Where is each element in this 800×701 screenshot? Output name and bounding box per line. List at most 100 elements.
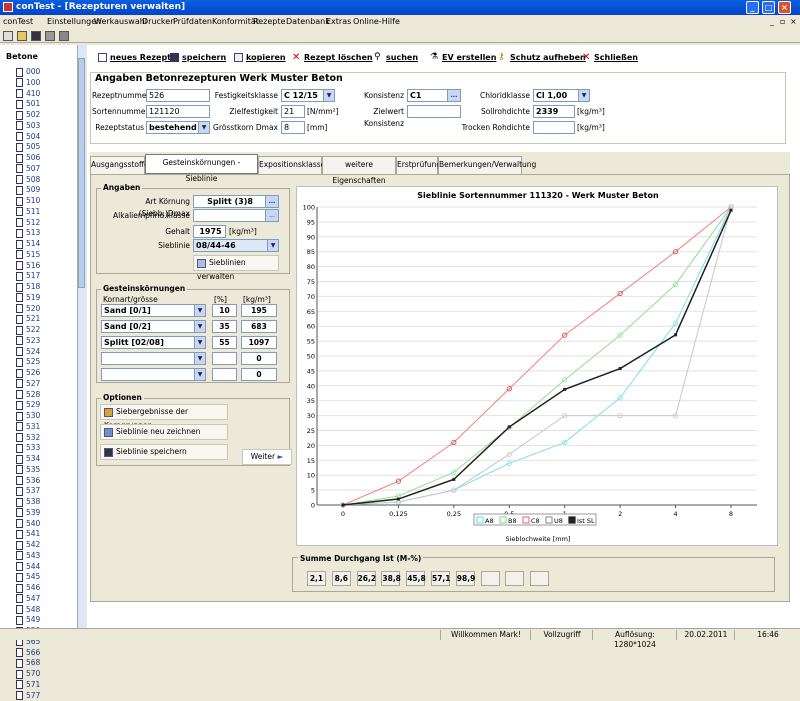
sidebar-item-540[interactable]: 540 [16, 519, 40, 529]
sidebar-item-513[interactable]: 513 [16, 228, 40, 238]
sidebar-item-570[interactable]: 570 [16, 669, 40, 679]
sidebar-item-529[interactable]: 529 [16, 400, 40, 410]
dropdown-arrow-icon[interactable]: ▼ [194, 305, 205, 316]
sidebar-item-508[interactable]: 508 [16, 175, 40, 185]
mdi-close[interactable]: × [790, 15, 797, 29]
sidebar-scroll-thumb[interactable] [78, 58, 85, 288]
sidebar-item-536[interactable]: 536 [16, 476, 40, 486]
sidebar-item-541[interactable]: 541 [16, 529, 40, 539]
sidebar-item-510[interactable]: 510 [16, 196, 40, 206]
tab-erstpruefung[interactable]: Erstprüfung [396, 156, 441, 174]
sidebar-item-530[interactable]: 530 [16, 411, 40, 421]
ellipsis-button[interactable]: ... [265, 196, 278, 207]
sidebar-item-518[interactable]: 518 [16, 282, 40, 292]
sidebar-item-525[interactable]: 525 [16, 357, 40, 367]
kg-field[interactable]: 0 [241, 368, 277, 381]
sidebar-item-566[interactable]: 566 [16, 648, 40, 658]
sidebar-item-533[interactable]: 533 [16, 443, 40, 453]
percent-field[interactable] [212, 368, 237, 381]
sieblinien-verwalten-button[interactable]: Sieblinien verwalten [193, 255, 279, 281]
sidebar-item-534[interactable]: 534 [16, 454, 40, 464]
sidebar-item-545[interactable]: 545 [16, 572, 40, 582]
groesstkorn-field[interactable]: 8 [281, 121, 305, 134]
weiter-button[interactable]: Weiter ► [242, 449, 292, 465]
ev-create-button[interactable]: ⚗ EV erstellen [430, 52, 496, 64]
zielwert-konsistenz-field[interactable] [407, 105, 461, 118]
kg-field[interactable]: 195 [241, 304, 277, 317]
percent-field[interactable]: 55 [212, 336, 237, 349]
close-button[interactable]: × [778, 1, 791, 14]
percent-field[interactable]: 35 [212, 320, 237, 333]
sidebar-item-543[interactable]: 543 [16, 551, 40, 561]
konsistenz-field[interactable]: C1... [407, 89, 461, 102]
sidebar-item-548[interactable]: 548 [16, 605, 40, 615]
sidebar-item-503[interactable]: 503 [16, 121, 40, 131]
dropdown-arrow-icon[interactable]: ▼ [267, 240, 278, 251]
sidebar-item-000[interactable]: 000 [16, 67, 40, 77]
mdi-restore[interactable]: ▫ [780, 15, 785, 29]
new-recipe-button[interactable]: neues Rezept [98, 52, 171, 64]
sidebar-item-507[interactable]: 507 [16, 164, 40, 174]
sidebar-item-547[interactable]: 547 [16, 594, 40, 604]
tab-ausgangsstoffe[interactable]: Ausgangsstoffe [90, 156, 149, 174]
sieblinie-speichern-button[interactable]: Sieblinie speichern [100, 444, 228, 460]
sidebar-item-532[interactable]: 532 [16, 433, 40, 443]
dropdown-arrow-icon[interactable]: ▼ [194, 337, 205, 348]
protect-button[interactable]: ⚷ Schutz aufheben [498, 52, 586, 64]
print-preview-icon[interactable] [59, 31, 69, 41]
zielfestigkeit-field[interactable]: 21 [281, 105, 305, 118]
sidebar-item-542[interactable]: 542 [16, 540, 40, 550]
minimize-button[interactable]: _ [746, 1, 759, 14]
siebergebnisse-button[interactable]: Siebergebnisse der Korngruppen [100, 404, 228, 430]
sidebar-item-538[interactable]: 538 [16, 497, 40, 507]
kornart-select[interactable]: Sand [0/1] ▼ [101, 304, 206, 317]
sidebar-item-571[interactable]: 571 [16, 680, 40, 690]
menu-online-hilfe[interactable]: Online-Hilfe [353, 15, 400, 29]
rezeptstatus-select[interactable]: bestehend ▼ [146, 121, 210, 134]
dropdown-arrow-icon[interactable]: ▼ [198, 122, 209, 133]
kornart-select[interactable]: Splitt [02/08] ▼ [101, 336, 206, 349]
delete-recipe-button[interactable]: ✕ Rezept löschen [292, 52, 373, 64]
sidebar-item-544[interactable]: 544 [16, 562, 40, 572]
sidebar-item-505[interactable]: 505 [16, 142, 40, 152]
menu-rezepte[interactable]: Rezepte [253, 15, 285, 29]
percent-field[interactable]: 10 [212, 304, 237, 317]
sidebar-item-522[interactable]: 522 [16, 325, 40, 335]
sidebar-item-516[interactable]: 516 [16, 261, 40, 271]
dropdown-arrow-icon[interactable]: ▼ [194, 321, 205, 332]
sidebar-item-502[interactable]: 502 [16, 110, 40, 120]
sidebar-item-410[interactable]: 410 [16, 89, 40, 99]
sidebar-item-531[interactable]: 531 [16, 422, 40, 432]
mdi-min[interactable]: _ [770, 15, 774, 29]
tab-gesteinskoernungen[interactable]: Gesteinskörnungen - Sieblinie [145, 154, 258, 183]
dropdown-arrow-icon[interactable]: ▼ [194, 369, 205, 380]
sidebar-item-511[interactable]: 511 [16, 207, 40, 217]
sidebar-item-546[interactable]: 546 [16, 583, 40, 593]
dropdown-arrow-icon[interactable]: ▼ [323, 90, 334, 101]
sieblinie-neu-button[interactable]: Sieblinie neu zeichnen [100, 424, 228, 440]
open-folder-icon[interactable] [17, 31, 27, 41]
sidebar-item-537[interactable]: 537 [16, 486, 40, 496]
sidebar-item-577[interactable]: 577 [16, 691, 40, 701]
sidebar-item-100[interactable]: 100 [16, 78, 40, 88]
sidebar-item-515[interactable]: 515 [16, 250, 40, 260]
menu-datenbank[interactable]: Datenbank [286, 15, 330, 29]
sortennummer-field[interactable]: 121120 [146, 105, 210, 118]
art-koernung-field[interactable]: Splitt (3)8... [193, 195, 279, 208]
menu-drucken[interactable]: Drucken [142, 15, 175, 29]
sidebar-item-568[interactable]: 568 [16, 658, 40, 668]
tab-expositionsklassen[interactable]: Expositionsklassen [258, 156, 330, 174]
kg-field[interactable]: 1097 [241, 336, 277, 349]
rezeptnummer-field[interactable]: 526 [146, 89, 210, 102]
save-button[interactable]: speichern [170, 52, 226, 64]
sidebar-item-501[interactable]: 501 [16, 99, 40, 109]
dropdown-arrow-icon[interactable]: ▼ [194, 353, 205, 364]
alkali-field[interactable]: ... [193, 209, 279, 222]
menu-contest[interactable]: conTest [3, 15, 33, 29]
gehalt-field[interactable]: 1975 [193, 225, 226, 238]
sieblinie-select[interactable]: 08/44-46 ▼ [193, 239, 279, 252]
close-recipe-button[interactable]: ✕ Schließen [582, 52, 638, 64]
sidebar-item-535[interactable]: 535 [16, 465, 40, 475]
sidebar-item-526[interactable]: 526 [16, 368, 40, 378]
sidebar-item-506[interactable]: 506 [16, 153, 40, 163]
